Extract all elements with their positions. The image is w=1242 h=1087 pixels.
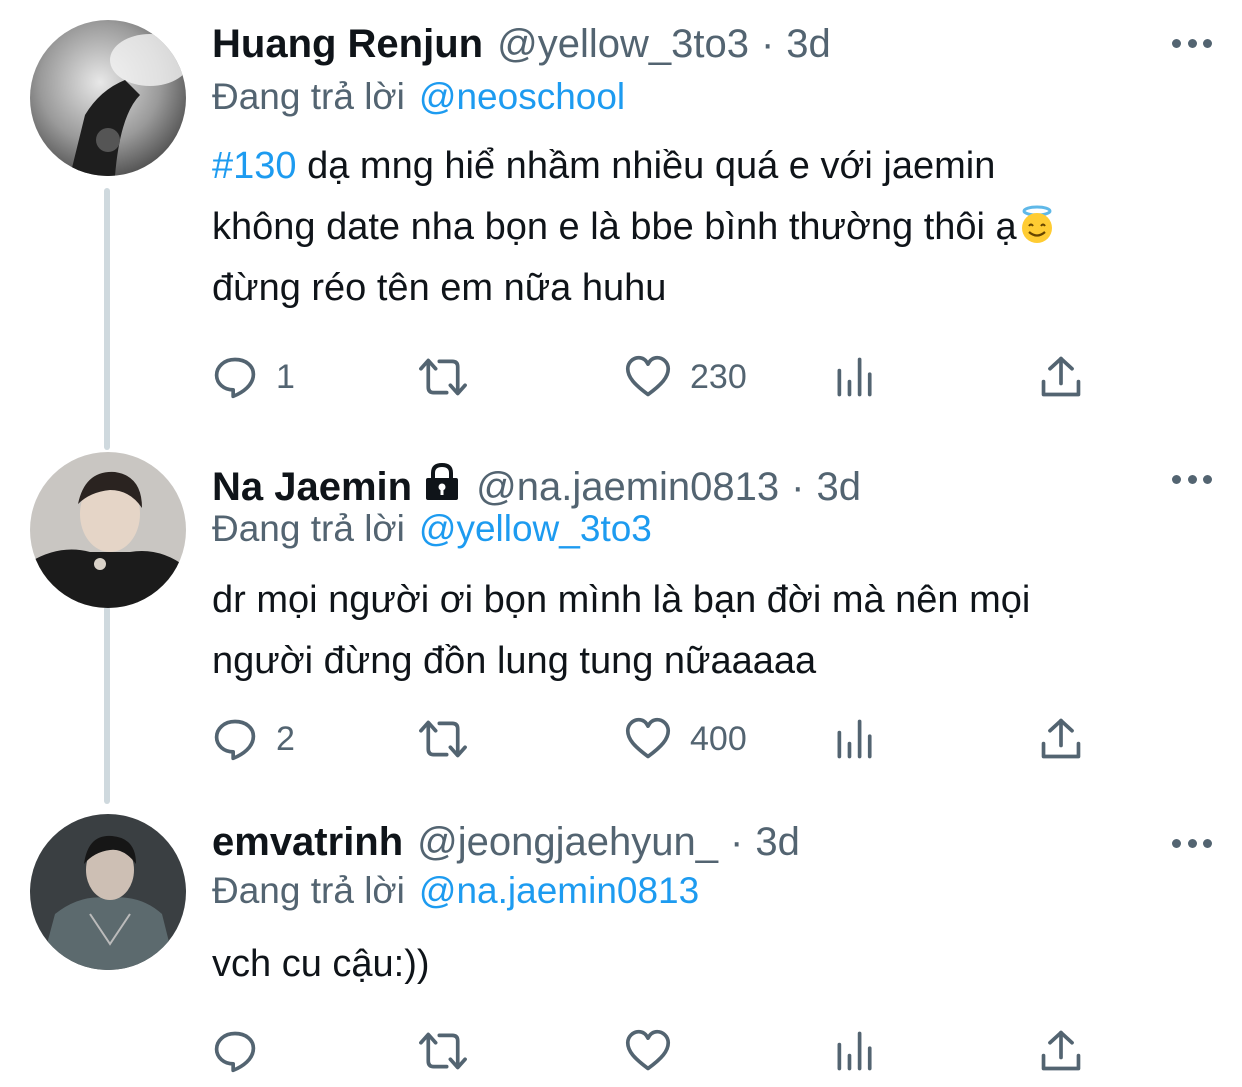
share-icon [1038,354,1084,400]
timestamp[interactable]: 3d [786,22,831,67]
action-bar: 1 230 [212,352,1112,402]
views-icon [832,1028,878,1074]
tweet-huang-renjun[interactable]: Huang Renjun @yellow_3to3 · 3d Đang trả … [0,0,1242,440]
like-button[interactable]: 230 [624,352,747,402]
reply-button[interactable] [212,1026,258,1076]
like-button[interactable] [624,1026,672,1076]
user-handle[interactable]: @yellow_3to3 [497,22,749,67]
tweet-text: #130 dạ mng hiể nhầm nhiều quá e với jae… [212,136,1212,319]
replying-prefix: Đang trả lời [212,76,405,117]
tweet-line: dr mọi người ơi bọn mình là bạn đời mà n… [212,579,1031,621]
retweet-button[interactable] [414,1026,472,1076]
reply-button[interactable]: 2 [212,714,295,764]
tweet-line: không date nha bọn e là bbe bình thường … [212,206,1017,248]
retweet-icon [414,716,472,762]
tweet-header: Huang Renjun @yellow_3to3 · 3d [212,22,831,72]
mention-link[interactable]: @neoschool [419,76,625,117]
like-icon [624,1028,672,1074]
avatar[interactable] [30,20,186,176]
share-icon [1038,1028,1084,1074]
display-name[interactable]: Huang Renjun [212,22,483,67]
like-count: 230 [690,357,747,396]
reply-icon [212,716,258,762]
retweet-button[interactable] [414,352,472,402]
like-button[interactable]: 400 [624,714,747,764]
reply-count: 2 [276,719,295,758]
user-handle[interactable]: @jeongjaehyun_ [417,820,718,865]
tweet-text: vch cu cậu:)) [212,934,1212,995]
halo-emoji-icon [1017,203,1057,243]
avatar[interactable] [30,452,186,608]
share-button[interactable] [1038,352,1084,402]
retweet-button[interactable] [414,714,472,764]
replying-to: Đang trả lời @yellow_3to3 [212,508,652,550]
replying-to: Đang trả lời @neoschool [212,76,625,118]
tweet-header: Na Jaemin @na.jaemin0813 · 3d [212,460,861,510]
reply-icon [212,354,258,400]
timestamp[interactable]: 3d [755,820,800,865]
replying-prefix: Đang trả lời [212,508,405,549]
avatar[interactable] [30,814,186,970]
reply-button[interactable]: 1 [212,352,295,402]
action-bar: 2 400 [212,714,1112,764]
display-name[interactable]: Na Jaemin [212,465,412,510]
timestamp[interactable]: 3d [816,465,861,510]
like-count: 400 [690,719,747,758]
separator-dot: · [730,820,744,864]
tweet-line: người đừng đồn lung tung nữaaaaa [212,640,817,682]
hashtag-link[interactable]: #130 [212,145,297,187]
lock-icon [422,462,462,512]
share-button[interactable] [1038,1026,1084,1076]
user-handle[interactable]: @na.jaemin0813 [476,465,779,510]
retweet-icon [414,354,472,400]
tweet-line: dạ mng hiể nhầm nhiều quá e với jaemin [307,145,996,187]
reply-count: 1 [276,357,295,396]
display-name[interactable]: emvatrinh [212,820,403,865]
mention-link[interactable]: @na.jaemin0813 [419,870,699,911]
views-button[interactable] [832,714,878,764]
tweet-line: đừng réo tên em nữa huhu [212,267,667,309]
views-icon [832,354,878,400]
views-button[interactable] [832,352,878,402]
more-icon[interactable] [1172,472,1212,486]
replying-to: Đang trả lời @na.jaemin0813 [212,870,699,912]
action-bar [212,1026,1112,1076]
tweet-header: emvatrinh @jeongjaehyun_ · 3d [212,820,800,870]
tweet-na-jaemin[interactable]: Na Jaemin @na.jaemin0813 · 3d Đang trả l… [0,436,1242,806]
like-icon [624,354,672,400]
reply-icon [212,1028,258,1074]
retweet-icon [414,1028,472,1074]
more-icon[interactable] [1172,836,1212,850]
share-icon [1038,716,1084,762]
tweet-emvatrinh[interactable]: emvatrinh @jeongjaehyun_ · 3d Đang trả l… [0,796,1242,1087]
tweet-line: vch cu cậu:)) [212,943,430,985]
separator-dot: · [791,465,805,509]
like-icon [624,716,672,762]
more-icon[interactable] [1172,36,1212,50]
views-icon [832,716,878,762]
views-button[interactable] [832,1026,878,1076]
separator-dot: · [760,22,775,66]
replying-prefix: Đang trả lời [212,870,405,911]
share-button[interactable] [1038,714,1084,764]
mention-link[interactable]: @yellow_3to3 [419,508,652,549]
tweet-text: dr mọi người ơi bọn mình là bạn đời mà n… [212,570,1212,692]
